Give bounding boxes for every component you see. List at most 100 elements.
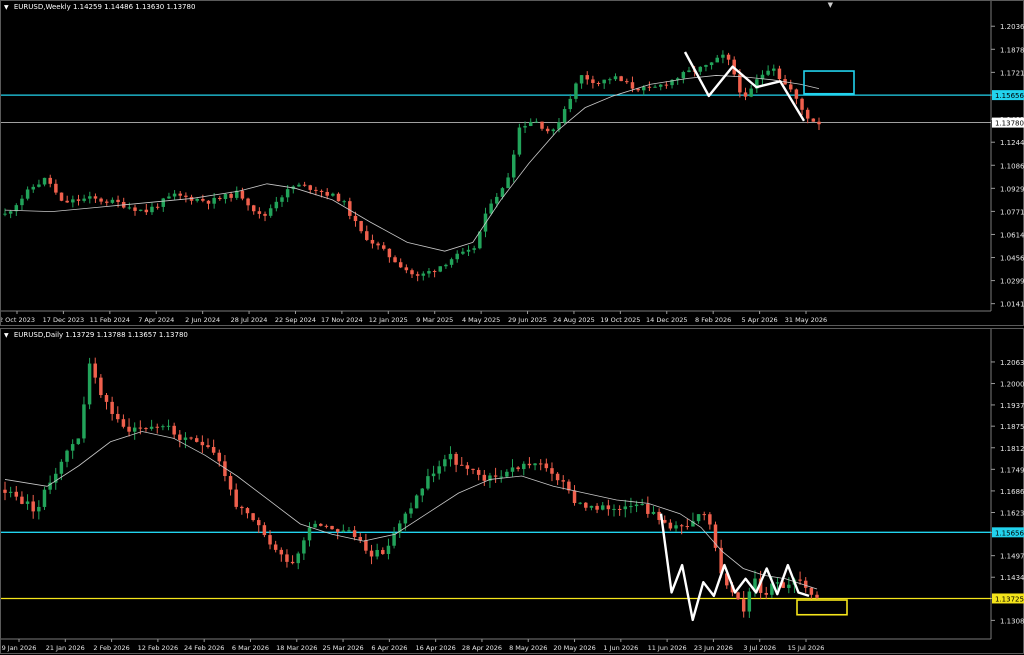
candle-body	[319, 190, 324, 192]
candle-body	[426, 476, 430, 489]
y-tick-label: 1.17495	[1000, 466, 1024, 474]
candle-body	[393, 257, 397, 263]
x-tick-label: 20 May 2026	[553, 644, 595, 652]
candle-body	[591, 79, 595, 83]
candle-body	[59, 192, 64, 201]
candle-body	[194, 438, 199, 442]
candle-body	[766, 70, 770, 75]
candle-body	[342, 201, 346, 203]
x-tick-label: 24 Feb 2026	[184, 644, 224, 652]
candle-body	[246, 198, 250, 206]
target-zone-box	[803, 70, 855, 95]
candle-body	[59, 461, 64, 474]
candle-body	[803, 580, 808, 588]
candle-body	[285, 189, 290, 198]
candle-body	[217, 452, 222, 462]
candle-body	[116, 199, 120, 203]
candle-body	[206, 200, 211, 204]
candle-body	[31, 501, 35, 512]
candle-body	[359, 221, 363, 232]
x-tick-label: 9 Mar 2025	[416, 316, 453, 324]
candle-body	[493, 475, 498, 477]
x-tick-label: 14 Dec 2025	[646, 316, 688, 324]
candle-body	[437, 466, 441, 474]
candle-body	[296, 553, 300, 564]
candle-body	[584, 502, 588, 508]
daily-chart-canvas[interactable]: 1.20630 1.20000 1.19375 1.18755 1.18125 1.174…	[1, 329, 1024, 655]
candle-body	[489, 203, 493, 214]
candle-body	[817, 121, 821, 125]
y-tick-label: 1.16865	[1000, 488, 1024, 496]
candle-body	[99, 377, 103, 396]
candle-body	[448, 453, 453, 460]
candle-body	[775, 582, 780, 584]
candle-body	[410, 270, 414, 275]
candle-body	[155, 426, 159, 428]
y-tick-label: 1.20360	[1000, 23, 1024, 31]
candle-body	[302, 540, 306, 554]
candle-body	[634, 504, 639, 507]
candle-body	[589, 505, 594, 508]
candle-body	[404, 267, 409, 271]
candle-body	[619, 76, 623, 82]
candle-body	[93, 363, 97, 378]
candle-body	[798, 579, 802, 581]
candle-body	[262, 525, 267, 536]
y-tick-label: 1.14345	[1000, 574, 1024, 582]
pattern-zigzag-line	[659, 513, 810, 622]
y-tick-label: 1.18125	[1000, 445, 1024, 453]
candle-body	[138, 427, 143, 429]
candle-body	[381, 549, 385, 554]
candle-body	[499, 476, 503, 478]
candle-body	[110, 401, 114, 414]
candle-body	[550, 468, 554, 474]
candle-body	[574, 83, 578, 99]
candle-body	[302, 184, 307, 186]
candle-body	[200, 441, 205, 446]
candle-body	[472, 248, 476, 250]
candle-body	[743, 92, 748, 97]
candle-body	[681, 72, 686, 79]
candle-body	[133, 207, 137, 211]
candle-body	[471, 468, 475, 470]
weekly-chart-canvas[interactable]: 1.203601.187851.172101.156561.140151.124…	[1, 1, 1024, 327]
candle-body	[432, 271, 437, 273]
candle-body	[409, 508, 413, 514]
candle-body	[48, 177, 52, 184]
daily-chart-panel[interactable]: ▼ EURUSD,Daily 1.13729 1.13788 1.13657 1…	[0, 328, 1024, 654]
candle-body	[234, 489, 238, 507]
x-tick-label: 2 Oct 2023	[1, 316, 35, 324]
candle-body	[653, 86, 657, 88]
candle-body	[777, 68, 782, 80]
candle-body	[37, 506, 41, 512]
candle-body	[668, 522, 673, 529]
candle-body	[65, 200, 69, 203]
candle-body	[455, 253, 459, 260]
candle-body	[132, 427, 137, 432]
candle-body	[709, 62, 714, 66]
candle-body	[166, 425, 171, 427]
y-tick-label: 1.13085	[1000, 617, 1024, 625]
candle-body	[595, 505, 599, 510]
candle-body	[42, 489, 47, 507]
candle-body	[144, 428, 148, 430]
candle-body	[189, 437, 193, 439]
candle-body	[704, 65, 708, 67]
candle-body	[71, 199, 75, 203]
candle-body	[273, 544, 278, 550]
candle-body	[702, 514, 706, 516]
weekly-chart-panel[interactable]: ▼ EURUSD,Weekly 1.14259 1.14486 1.13630 …	[0, 0, 1024, 326]
candle-body	[674, 525, 678, 529]
candle-body	[625, 81, 629, 83]
candle-body	[613, 76, 618, 80]
candle-body	[696, 514, 701, 522]
candle-body	[149, 426, 154, 429]
candle-body	[747, 591, 752, 612]
price-level-label: 1.13780	[995, 120, 1024, 128]
candle-body	[495, 196, 499, 204]
candle-body	[444, 264, 448, 267]
x-tick-label: 9 Jan 2026	[2, 644, 37, 652]
candle-body	[794, 89, 799, 99]
candle-body	[82, 404, 86, 439]
x-tick-label: 7 Apr 2024	[138, 316, 174, 324]
